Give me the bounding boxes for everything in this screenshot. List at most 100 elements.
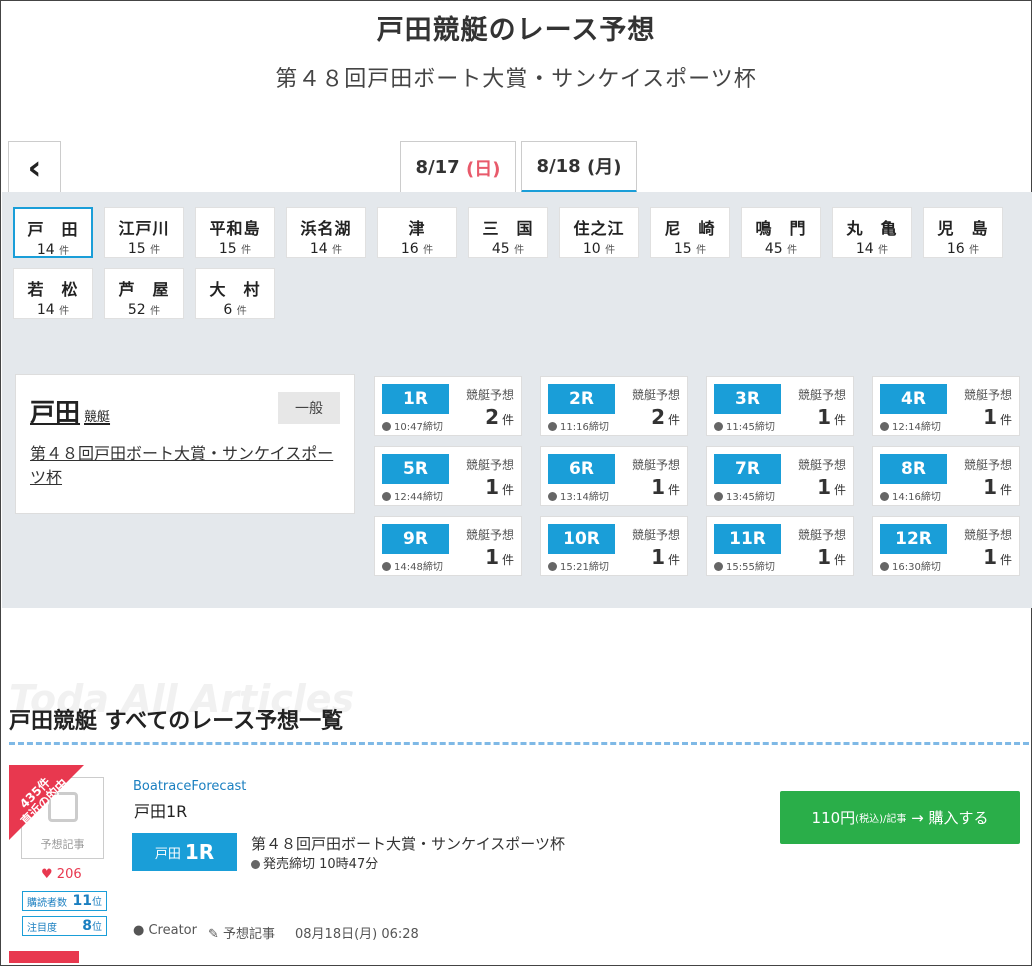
buy-button[interactable]: 110円 (税込)/記事 → 購入する — [780, 791, 1020, 844]
race-card[interactable]: 12R 16:30締切 競艇予想 1 件 — [872, 516, 1020, 576]
venue-name: 大 村 — [209, 280, 261, 299]
venue-tab[interactable]: 児 島 16 件 — [923, 207, 1003, 258]
race-card[interactable]: 2R 11:16締切 競艇予想 2 件 — [540, 376, 688, 436]
venue-tab[interactable]: 三 国 45 件 — [468, 207, 548, 258]
venue-count-unit: 件 — [514, 245, 525, 256]
race-number-button[interactable]: 11R — [714, 524, 781, 554]
venue-count: 14 件 — [287, 241, 365, 257]
grade-badge: 一般 — [278, 392, 340, 424]
page-subtitle: 第４８回戸田ボート大賞・サンケイスポーツ杯 — [275, 67, 757, 92]
venue-count: 14 件 — [833, 241, 911, 257]
race-deadline-value: 12:14締切 — [892, 422, 941, 433]
race-count-value: 1 — [485, 545, 499, 569]
venue-tab[interactable]: 江戸川 15 件 — [104, 207, 184, 258]
race-count-value: 1 — [817, 475, 831, 499]
venue-count-value: 15 — [127, 241, 146, 257]
venue-name-link[interactable]: 戸田 競艇 — [30, 393, 110, 429]
race-forecast-count: 1件 — [817, 475, 846, 499]
venue-tab[interactable]: 津 16 件 — [377, 207, 457, 258]
venue-count: 16 件 — [378, 241, 456, 257]
race-card[interactable]: 4R 12:14締切 競艇予想 1 件 — [872, 376, 1020, 436]
venue-tab[interactable]: 尼 崎 15 件 — [650, 207, 730, 258]
race-deadline: 14:16締切 — [880, 488, 941, 503]
rank-unit: 位 — [92, 897, 102, 908]
venue-tab[interactable]: 住之江 10 件 — [559, 207, 639, 258]
race-count-unit: 件 — [667, 483, 680, 497]
meta-creator: ● Creator — [133, 923, 197, 938]
back-button[interactable]: ‹ — [8, 141, 61, 194]
venue-tab[interactable]: 戸 田 14 件 — [13, 207, 93, 258]
race-card[interactable]: 6R 13:14締切 競艇予想 1 件 — [540, 446, 688, 506]
race-number-button[interactable]: 7R — [714, 454, 781, 484]
race-number-button[interactable]: 8R — [880, 454, 947, 484]
venue-count: 15 件 — [105, 241, 183, 257]
race-deadline-value: 13:14締切 — [560, 492, 609, 503]
race-number-button[interactable]: 1R — [382, 384, 449, 414]
race-count-unit: 件 — [667, 413, 680, 427]
race-title-link[interactable]: 第４８回戸田ボート大賞・サンケイスポーツ杯 — [30, 442, 340, 490]
race-card[interactable]: 1R 10:47締切 競艇予想 2 件 — [374, 376, 522, 436]
race-deadline: 14:48締切 — [382, 558, 443, 573]
race-card[interactable]: 7R 13:45締切 競艇予想 1 件 — [706, 446, 854, 506]
venue-tab[interactable]: 若 松 14 件 — [13, 268, 93, 319]
venue-name: 住之江 — [573, 219, 625, 238]
venue-count: 14 件 — [15, 242, 91, 258]
race-count-value: 1 — [651, 475, 665, 499]
creator-value: Creator — [148, 923, 197, 938]
rank-value: 8 — [82, 918, 92, 934]
race-panel: 戸 田 14 件江戸川 15 件平和島 15 件浜名湖 14 件津 16 件三 国 45 件… — [2, 192, 1032, 608]
race-number-button[interactable]: 2R — [548, 384, 615, 414]
venue-count-value: 14 — [855, 241, 874, 257]
venue-tab[interactable]: 平和島 15 件 — [195, 207, 275, 258]
article-title[interactable]: 戸田1R — [134, 798, 187, 822]
venue-count-value: 14 — [36, 302, 55, 318]
race-deadline-value: 13:45締切 — [726, 492, 775, 503]
race-number-button[interactable]: 5R — [382, 454, 449, 484]
article-race-name: 第４８回戸田ボート大賞・サンケイスポーツ杯 — [251, 835, 565, 853]
rank-label: 注目度 — [27, 922, 57, 934]
venue-tab[interactable]: 鳴 門 45 件 — [741, 207, 821, 258]
race-forecast-count: 1件 — [983, 405, 1012, 429]
buy-action: → 購入する — [911, 809, 989, 827]
race-number-button[interactable]: 10R — [548, 524, 615, 554]
race-count-unit: 件 — [667, 553, 680, 567]
race-number-button[interactable]: 12R — [880, 524, 947, 554]
clock-icon — [714, 422, 723, 431]
edit-icon: ✎ — [208, 927, 219, 942]
venue-count-unit: 件 — [969, 245, 980, 256]
venue-name: 三 国 — [482, 219, 534, 238]
venue-tab[interactable]: 芦 屋 52 件 — [104, 268, 184, 319]
deadline-value: 発売締切 10時47分 — [263, 857, 379, 872]
date-tabs-row: ‹ 8/17 (日) 8/18 (月) — [1, 127, 1031, 194]
race-card[interactable]: 9R 14:48締切 競艇予想 1 件 — [374, 516, 522, 576]
tab-date-0818[interactable]: 8/18 (月) — [521, 141, 637, 193]
venue-tab[interactable]: 浜名湖 14 件 — [286, 207, 366, 258]
race-card[interactable]: 8R 14:16締切 競艇予想 1 件 — [872, 446, 1020, 506]
section-divider — [9, 742, 1029, 745]
venue-count: 45 件 — [742, 241, 820, 257]
race-number-button[interactable]: 6R — [548, 454, 615, 484]
author-link[interactable]: BoatraceForecast — [133, 779, 246, 794]
race-card[interactable]: 3R 11:45締切 競艇予想 1 件 — [706, 376, 854, 436]
race-deadline: 16:30締切 — [880, 558, 941, 573]
venue-tab[interactable]: 大 村 6 件 — [195, 268, 275, 319]
race-number-button[interactable]: 4R — [880, 384, 947, 414]
race-number-button[interactable]: 3R — [714, 384, 781, 414]
race-forecast-count: 1件 — [485, 545, 514, 569]
race-number-button[interactable]: 9R — [382, 524, 449, 554]
venue-count-unit: 件 — [59, 306, 70, 317]
race-deadline-value: 11:16締切 — [560, 422, 609, 433]
venue-count-value: 6 — [223, 302, 233, 318]
race-card[interactable]: 11R 15:55締切 競艇予想 1 件 — [706, 516, 854, 576]
page-title: 戸田競艇のレース予想 — [376, 15, 656, 46]
clock-icon — [382, 422, 391, 431]
race-deadline: 13:45締切 — [714, 488, 775, 503]
venue-info-card: 戸田 競艇 一般 第４８回戸田ボート大賞・サンケイスポーツ杯 — [15, 374, 355, 514]
race-card[interactable]: 10R 15:21締切 競艇予想 1 件 — [540, 516, 688, 576]
venue-name: 平和島 — [209, 219, 261, 238]
race-card[interactable]: 5R 12:44締切 競艇予想 1 件 — [374, 446, 522, 506]
venue-tab[interactable]: 丸 亀 14 件 — [832, 207, 912, 258]
deadline-text: 発売締切 10時47分 — [251, 853, 378, 872]
chevron-left-icon: ‹ — [27, 148, 42, 188]
tab-date-0817[interactable]: 8/17 (日) — [400, 141, 516, 193]
